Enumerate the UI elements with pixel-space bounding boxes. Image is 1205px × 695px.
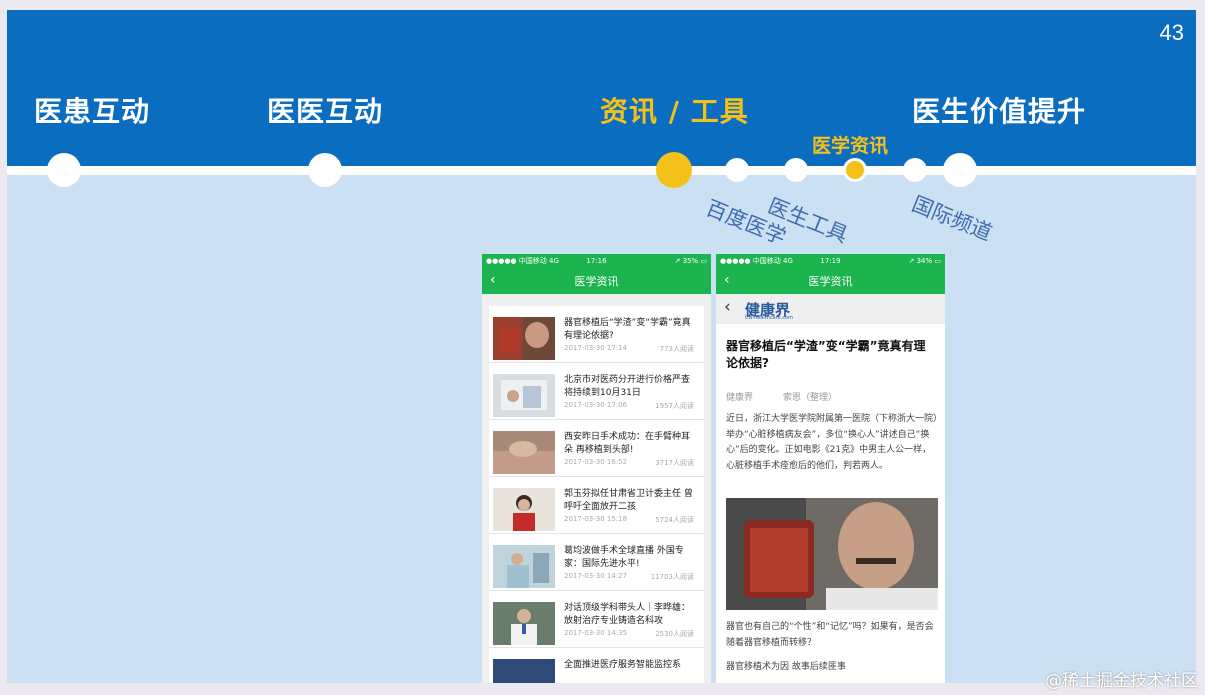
article-source-bar: ‹ 健康界 CN-healthcare.com	[716, 294, 945, 324]
news-reads: 5724人阅读	[655, 516, 694, 524]
news-date: 2017-03-30 17:14	[564, 344, 628, 352]
healthcare-logo-sub: CN-healthcare.com	[745, 315, 793, 321]
news-reads: 773人阅读	[659, 345, 694, 353]
nav-bar: ‹ 医学资讯	[482, 268, 711, 294]
nav-bar: ‹ 医学资讯	[716, 268, 945, 294]
news-date: 2017-03-30 16:52	[564, 458, 628, 466]
news-thumbnail	[493, 659, 555, 683]
article-source: 健康界	[726, 393, 754, 403]
news-date: 2017-03-30 14:35	[564, 629, 628, 637]
news-item[interactable]: 西安昨日手术成功：在手臂种耳朵 再移植到头部! 2017-03-30 16:52…	[489, 420, 704, 477]
news-thumbnail	[493, 545, 555, 588]
news-title: 郭玉芬拟任甘肃省卫计委主任 曾呼吁全面放开二孩	[564, 489, 693, 512]
news-item[interactable]: 全面推进医疗服务智能监控系	[489, 648, 704, 683]
news-title: 北京市对医药分开进行价格严查 将持续到10月31日	[564, 375, 691, 398]
news-thumbnail	[493, 374, 555, 417]
section-title-doctor-doctor: 医医互动	[267, 95, 384, 128]
news-title: 对话顶级学科带头人｜李晔雄：放射治疗专业铸造名科攻	[564, 603, 691, 626]
back-icon[interactable]: ‹	[490, 272, 496, 288]
news-reads: 1957人阅读	[655, 402, 694, 410]
timeline-line	[7, 166, 1196, 175]
label-international: 国际频道	[908, 191, 996, 246]
slide: 43 医患互动 医医互动 资讯 / 工具 医生价值提升 医学资讯 百度医学 医生…	[7, 10, 1196, 683]
timeline-dot-active	[656, 152, 692, 188]
timeline-subdot-active	[843, 158, 867, 182]
status-time: 17:19	[820, 257, 841, 265]
news-reads: 3717人阅读	[655, 459, 694, 467]
news-thumbnail	[493, 488, 555, 531]
timeline-dot	[943, 153, 977, 187]
timeline-subdot	[903, 158, 927, 182]
article-title: 器官移植后“学渣”变“学霸”竟真有理论依据?	[726, 339, 926, 370]
status-bar: ●●●●● 中国移动 4G 17:16 ↗ 35% ▭	[482, 254, 711, 268]
timeline-subdot	[784, 158, 808, 182]
news-title: 葛均波做手术全球直播 外国专家：国际先进水平!	[564, 546, 684, 569]
timeline-dot	[47, 153, 81, 187]
header-band	[7, 10, 1196, 166]
phone-news-list: ●●●●● 中国移动 4G 17:16 ↗ 35% ▭ ‹ 医学资讯 器官移植后…	[482, 254, 711, 683]
back-icon[interactable]: ‹	[724, 272, 730, 288]
section-title-info-tools: 资讯 / 工具	[600, 95, 749, 128]
news-thumbnail	[493, 317, 555, 360]
news-date: 2017-03-30 17:06	[564, 401, 628, 409]
back-icon[interactable]: ‹	[724, 297, 731, 317]
article-body: 器官移植后“学渣”变“学霸”竟真有理论依据? 健康界 索恩（整理） 近日，浙江大…	[716, 324, 945, 683]
subsection-title-medical-news: 医学资讯	[812, 135, 889, 157]
news-title: 西安昨日手术成功：在手臂种耳朵 再移植到头部!	[564, 432, 691, 455]
news-thumbnail	[493, 431, 555, 474]
news-title: 器官移植后“学渣”变“学霸”竟真有理论依据?	[564, 318, 691, 341]
news-reads: 11703人阅读	[650, 573, 694, 581]
article-paragraph: 器官也有自己的“个性”和“记忆”吗？如果有，是否会随着器官移植而转移？	[726, 622, 934, 648]
news-thumbnail	[493, 602, 555, 645]
news-date: 2017-03-30 15:18	[564, 515, 628, 523]
article-image	[726, 498, 938, 610]
watermark: @稀土掘金技术社区	[1045, 671, 1198, 691]
article-author: 索恩（整理）	[783, 393, 838, 403]
timeline-subdot	[725, 158, 749, 182]
article-paragraph: 近日，浙江大学医学院附属第一医院（下称浙大一院）举办“心脏移植病友会”，多位“换…	[726, 414, 938, 471]
news-item[interactable]: 郭玉芬拟任甘肃省卫计委主任 曾呼吁全面放开二孩 2017-03-30 15:18…	[489, 477, 704, 534]
section-title-value: 医生价值提升	[912, 95, 1087, 128]
timeline-dot	[308, 153, 342, 187]
news-date: 2017-03-30 14:27	[564, 572, 628, 580]
nav-title: 医学资讯	[574, 275, 619, 288]
phone-article: ●●●●● 中国移动 4G 17:19 ↗ 34% ▭ ‹ 医学资讯 ‹ 健康界…	[716, 254, 945, 683]
news-item[interactable]: 北京市对医药分开进行价格严查 将持续到10月31日 2017-03-30 17:…	[489, 363, 704, 420]
news-reads: 2530人阅读	[655, 630, 694, 638]
article-paragraph: 器官移植术为因 故事后续匪事	[726, 662, 846, 672]
status-bar: ●●●●● 中国移动 4G 17:19 ↗ 34% ▭	[716, 254, 945, 268]
news-title: 全面推进医疗服务智能监控系	[564, 660, 682, 670]
nav-title: 医学资讯	[808, 275, 853, 288]
slide-number: 43	[1159, 20, 1184, 45]
news-item[interactable]: 对话顶级学科带头人｜李晔雄：放射治疗专业铸造名科攻 2017-03-30 14:…	[489, 591, 704, 648]
news-item[interactable]: 器官移植后“学渣”变“学霸”竟真有理论依据? 2017-03-30 17:14 …	[489, 306, 704, 363]
status-time: 17:16	[586, 257, 607, 265]
section-title-doctor-patient: 医患互动	[34, 95, 151, 128]
news-list: 器官移植后“学渣”变“学霸”竟真有理论依据? 2017-03-30 17:14 …	[489, 306, 704, 683]
news-item[interactable]: 葛均波做手术全球直播 外国专家：国际先进水平! 2017-03-30 14:27…	[489, 534, 704, 591]
